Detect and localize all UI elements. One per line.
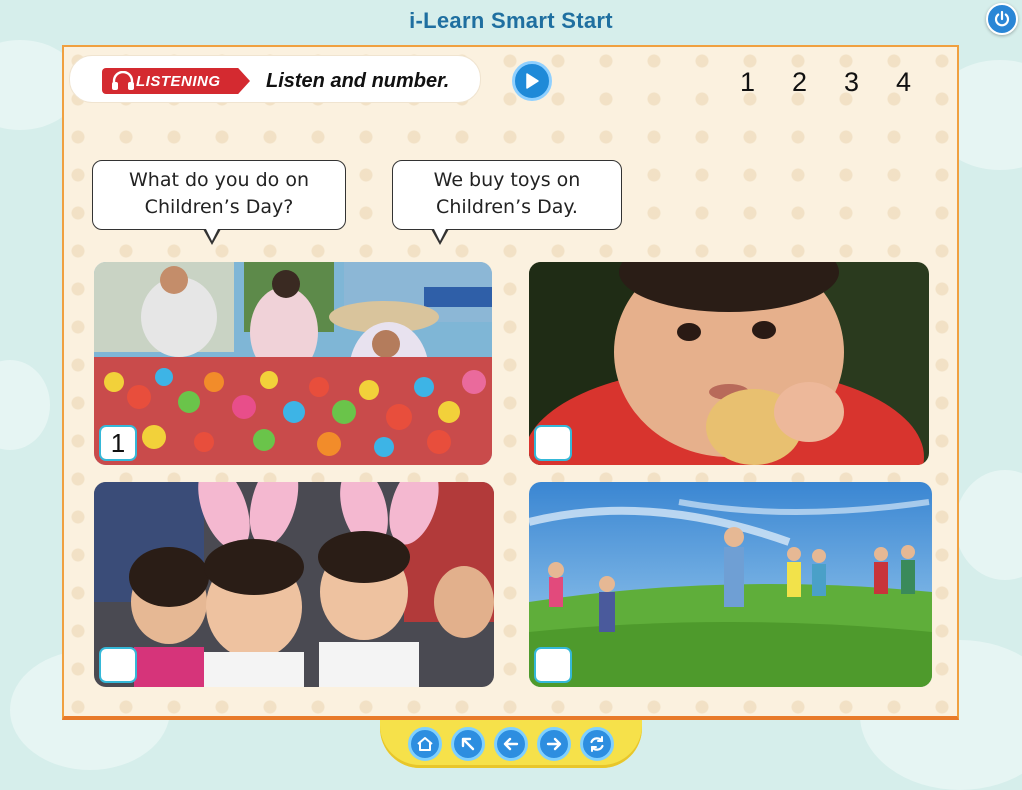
speech-bubble-answer: We buy toys on Children’s Day. (392, 160, 622, 245)
instruction-text: Listen and number. (266, 70, 450, 92)
refresh-button[interactable] (580, 727, 614, 761)
number-option-4[interactable]: 4 (896, 67, 948, 98)
instruction-header: LISTENING Listen and number. (69, 55, 481, 103)
photo-toy-market: 1 (94, 262, 492, 465)
number-option-1[interactable]: 1 (740, 67, 792, 98)
home-button[interactable] (408, 727, 442, 761)
photo-child-eating-cookie (529, 262, 929, 465)
power-icon (994, 10, 1010, 27)
children-bunny-ears-image (94, 482, 494, 687)
power-button[interactable] (986, 3, 1018, 35)
answer-box-2[interactable] (534, 425, 572, 461)
app-title: i-Learn Smart Start (409, 8, 613, 33)
headphones-icon (112, 71, 134, 90)
bubble-line: We buy toys on (433, 169, 581, 191)
answer-box-3[interactable] (99, 647, 137, 683)
speech-bubble-question: What do you do on Children’s Day? (92, 160, 346, 245)
arrow-left-icon (503, 737, 519, 751)
number-option-3[interactable]: 3 (844, 67, 896, 98)
number-options: 1 2 3 4 (740, 67, 948, 98)
listening-tag: LISTENING (102, 68, 250, 94)
previous-button[interactable] (494, 727, 528, 761)
listening-label: LISTENING (136, 72, 221, 90)
back-to-menu-button[interactable] (451, 727, 485, 761)
answer-box-1[interactable]: 1 (99, 425, 137, 461)
next-button[interactable] (537, 727, 571, 761)
activity-panel: LISTENING Listen and number. 1 2 3 4 Wha… (62, 45, 959, 720)
play-icon (526, 73, 539, 89)
home-icon (417, 737, 433, 751)
children-playing-field-image (529, 482, 932, 687)
play-audio-button[interactable] (512, 61, 552, 101)
arrow-up-left-icon (461, 737, 475, 751)
bubble-line: What do you do on (128, 169, 310, 191)
bubble-line: Children’s Day? (144, 196, 294, 218)
bottom-nav-bar (380, 720, 642, 768)
child-eating-cookie-image (529, 262, 929, 465)
answer-box-4[interactable] (534, 647, 572, 683)
photo-children-playing-field (529, 482, 932, 687)
arrow-right-icon (546, 737, 562, 751)
number-option-2[interactable]: 2 (792, 67, 844, 98)
background-cloud (955, 470, 1022, 580)
refresh-icon (590, 736, 604, 752)
toy-market-image (94, 262, 492, 465)
bubble-line: Children’s Day. (436, 196, 578, 218)
background-cloud (0, 360, 50, 450)
photo-children-bunny-ears (94, 482, 494, 687)
